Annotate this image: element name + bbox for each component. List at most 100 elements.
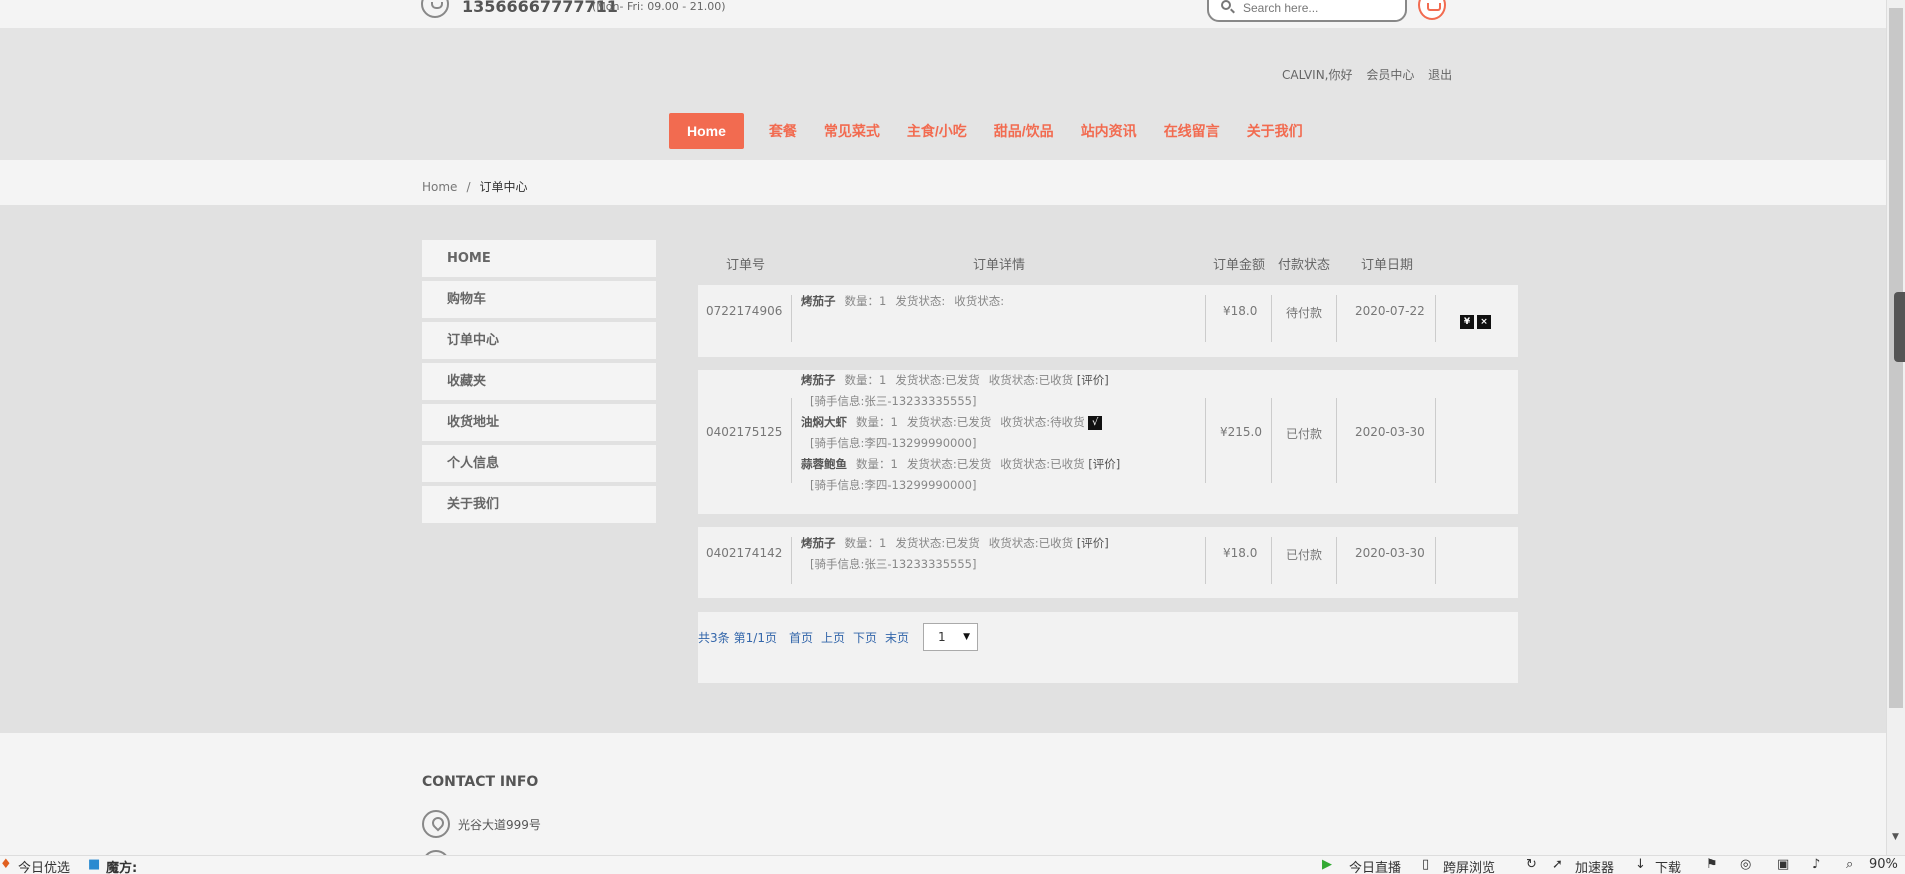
browser-icon[interactable]: ◎ <box>1740 857 1751 872</box>
contact-title: CONTACT INFO <box>422 774 539 790</box>
delete-button[interactable]: × <box>1477 315 1491 329</box>
page-select-value: 1 <box>938 630 946 644</box>
rider-info: [骑手信息:张三-13233335555] <box>810 557 977 571</box>
window-icon[interactable]: ▣ <box>1777 857 1789 872</box>
play-icon: ▶ <box>1322 857 1332 872</box>
nav-messages[interactable]: 在线留言 <box>1164 113 1220 149</box>
zoom-icon[interactable]: ⌕ <box>1846 857 1853 872</box>
order-row: 0402175125 烤茄子 数量：1 发货状态:已发货 收货状态:已收货 [评价] … <box>698 370 1518 514</box>
page-select[interactable]: 1 ▼ <box>923 623 978 651</box>
nav-staples[interactable]: 主食/小吃 <box>907 113 967 149</box>
status-live[interactable]: 今日直播 <box>1349 857 1401 874</box>
item-qty: 数量：1 <box>856 457 898 471</box>
divider <box>1271 398 1272 483</box>
side-menu-address[interactable]: 收货地址 <box>422 404 656 441</box>
chevron-down-icon: ▼ <box>963 632 970 642</box>
breadcrumb: Home / 订单中心 <box>422 178 528 195</box>
order-pay-status: 已付款 <box>1286 548 1323 562</box>
pay-button[interactable]: ¥ <box>1460 315 1474 329</box>
search-box[interactable] <box>1207 0 1407 22</box>
logout-link[interactable]: 退出 <box>1428 68 1452 82</box>
side-menu: HOME 购物车 订单中心 收藏夹 收货地址 个人信息 关于我们 <box>422 240 656 527</box>
rider-info: [骑手信息:李四-13299990000] <box>810 478 977 492</box>
flag-icon[interactable]: ⚑ <box>1706 857 1718 872</box>
item-name: 烤茄子 <box>801 294 836 308</box>
item-name: 油焖大虾 <box>801 415 847 429</box>
cart-icon[interactable] <box>1418 0 1446 20</box>
review-link[interactable]: [评价] <box>1088 457 1120 471</box>
nav-news[interactable]: 站内资讯 <box>1081 113 1137 149</box>
review-link[interactable]: [评价] <box>1077 373 1109 387</box>
order-id: 0722174906 <box>706 304 783 318</box>
pager-prev[interactable]: 上页 <box>821 631 845 645</box>
breadcrumb-bar <box>0 160 1886 205</box>
status-cross-screen[interactable]: 跨屏浏览 <box>1443 857 1495 874</box>
breadcrumb-current: 订单中心 <box>479 180 528 194</box>
item-qty: 数量：1 <box>844 373 887 387</box>
refresh-icon[interactable]: ↻ <box>1526 857 1537 872</box>
divider <box>1336 398 1337 483</box>
location-icon <box>422 810 450 838</box>
order-date: 2020-07-22 <box>1355 304 1425 318</box>
order-item: 烤茄子 数量：1 发货状态: 收货状态: <box>801 293 1004 309</box>
side-menu-about[interactable]: 关于我们 <box>422 486 656 523</box>
header-pay-status: 付款状态 <box>1278 258 1331 273</box>
side-menu-favorites[interactable]: 收藏夹 <box>422 363 656 400</box>
pagination: 共3条 第1/1页 首页 上页 下页 末页 1 ▼ <box>698 612 1518 683</box>
divider <box>791 537 792 584</box>
order-amount: ¥215.0 <box>1220 425 1262 439</box>
pager-last[interactable]: 末页 <box>885 631 909 645</box>
sound-icon[interactable]: ♪ <box>1812 857 1820 872</box>
item-qty: 数量：1 <box>856 415 898 429</box>
side-menu-home[interactable]: HOME <box>422 240 656 277</box>
vertical-scrollbar[interactable]: ▼ <box>1886 0 1905 855</box>
search-input[interactable] <box>1243 0 1398 16</box>
breadcrumb-separator: / <box>466 180 471 194</box>
item-ship-status: 发货状态: <box>895 294 946 308</box>
order-pay-status: 待付款 <box>1286 306 1323 320</box>
download-icon: ↓ <box>1635 857 1646 872</box>
side-menu-cart[interactable]: 购物车 <box>422 281 656 318</box>
footer <box>0 733 1886 855</box>
order-item: 烤茄子 数量：1 发货状态:已发货 收货状态:已收货 [评价] <box>801 535 1109 551</box>
order-item: 烤茄子 数量：1 发货状态:已发货 收货状态:已收货 [评价] <box>801 372 1109 388</box>
nav-home[interactable]: Home <box>669 113 744 149</box>
side-menu-orders[interactable]: 订单中心 <box>422 322 656 359</box>
divider <box>791 295 792 342</box>
main-nav: Home 套餐 常见菜式 主食/小吃 甜品/饮品 站内资讯 在线留言 关于我们 <box>669 113 1330 149</box>
status-accelerator[interactable]: 加速器 <box>1575 857 1614 874</box>
status-zoom[interactable]: 90% <box>1869 857 1898 872</box>
browser-status-bar: ♦ 今日优选 ■ 魔方: ▶ 今日直播 ▯ 跨屏浏览 ↻ ➚ 加速器 ↓ 下载 … <box>0 855 1905 874</box>
side-widget[interactable] <box>1894 292 1905 362</box>
divider <box>1271 537 1272 584</box>
cube-icon: ■ <box>88 857 101 872</box>
status-download[interactable]: 下载 <box>1655 857 1681 874</box>
order-item: 油焖大虾 数量：1 发货状态:已发货 收货状态:待收货 √ <box>801 414 1103 430</box>
scroll-down-icon[interactable]: ▼ <box>1892 832 1899 842</box>
status-mofang[interactable]: 魔方: <box>106 857 137 874</box>
review-link[interactable]: [评价] <box>1077 536 1109 550</box>
nav-desserts[interactable]: 甜品/饮品 <box>994 113 1054 149</box>
nav-dishes[interactable]: 常见菜式 <box>824 113 880 149</box>
member-center-link[interactable]: 会员中心 <box>1366 68 1414 82</box>
breadcrumb-home[interactable]: Home <box>422 180 457 194</box>
order-id: 0402175125 <box>706 425 783 439</box>
nav-combo[interactable]: 套餐 <box>769 113 797 149</box>
item-recv-status: 收货状态:待收货 <box>1000 415 1085 429</box>
top-bar: 13566667777711 (Mon- Fri: 09.00 - 21.00) <box>0 0 1886 28</box>
item-recv-status: 收货状态:已收货 <box>988 373 1074 387</box>
search-icon[interactable] <box>1221 0 1231 10</box>
divider <box>1435 295 1436 342</box>
header-order-no: 订单号 <box>726 258 766 273</box>
status-today-picks[interactable]: 今日优选 <box>18 857 70 874</box>
order-row: 0402174142 烤茄子 数量：1 发货状态:已发货 收货状态:已收货 [评价] … <box>698 527 1518 598</box>
nav-about[interactable]: 关于我们 <box>1247 113 1303 149</box>
confirm-receipt-button[interactable]: √ <box>1088 415 1103 430</box>
divider <box>1205 398 1206 483</box>
side-menu-profile[interactable]: 个人信息 <box>422 445 656 482</box>
pager-first[interactable]: 首页 <box>789 631 813 645</box>
pager-next[interactable]: 下页 <box>853 631 877 645</box>
order-row: 0722174906 烤茄子 数量：1 发货状态: 收货状态: ¥18.0 待付款 2… <box>698 285 1518 357</box>
pager-total: 共3条 <box>698 631 730 645</box>
divider <box>791 398 792 483</box>
